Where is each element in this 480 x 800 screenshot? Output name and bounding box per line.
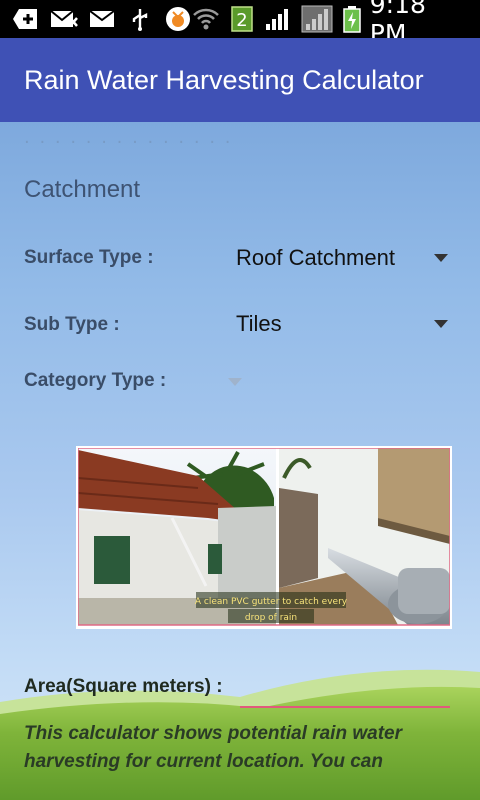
- dropdown-arrow-icon: [434, 254, 448, 262]
- svg-text:2: 2: [236, 10, 247, 31]
- signal-icon: [264, 7, 292, 31]
- wifi-icon: [192, 7, 220, 31]
- status-bar: 2 9:18 PM: [0, 0, 480, 48]
- battery-charging-icon: [342, 6, 362, 33]
- mail-muted-icon: [50, 7, 78, 31]
- image-caption-line-1: A clean PVC gutter to catch every: [195, 597, 348, 607]
- content-area[interactable]: · · · · · · · · · · · · · · Catchment Su…: [0, 122, 480, 800]
- category-type-label: Category Type :: [24, 370, 167, 391]
- faded-header-text: · · · · · · · · · · · · · ·: [24, 132, 233, 153]
- description-text: This calculator shows potential rain wat…: [24, 723, 402, 772]
- sub-type-value: Tiles: [236, 311, 282, 336]
- app-bar: Rain Water Harvesting Calculator: [0, 38, 480, 122]
- signal-empty-icon: [300, 5, 334, 33]
- surface-type-spinner[interactable]: Roof Catchment: [236, 240, 454, 276]
- area-input[interactable]: [240, 678, 450, 708]
- surface-type-label: Surface Type :: [24, 247, 154, 268]
- category-type-spinner[interactable]: [224, 364, 248, 400]
- section-title: Catchment: [24, 176, 141, 203]
- sub-type-spinner[interactable]: Tiles: [236, 306, 454, 342]
- dropdown-arrow-icon: [228, 378, 242, 386]
- area-label: Area(Square meters) :: [24, 676, 223, 697]
- sub-type-label: Sub Type :: [24, 314, 120, 335]
- image-caption-line-2: drop of rain: [245, 613, 297, 623]
- app-title: Rain Water Harvesting Calculator: [24, 64, 424, 95]
- usb-icon: [126, 7, 154, 31]
- catchment-image: A clean PVC gutter to catch every drop o…: [76, 446, 452, 629]
- plus-icon: [12, 7, 40, 31]
- badge-icon: 2: [228, 6, 256, 32]
- dropdown-arrow-icon: [434, 320, 448, 328]
- surface-type-value: Roof Catchment: [236, 245, 395, 270]
- app-icon: [164, 7, 192, 31]
- mail-icon: [88, 7, 116, 31]
